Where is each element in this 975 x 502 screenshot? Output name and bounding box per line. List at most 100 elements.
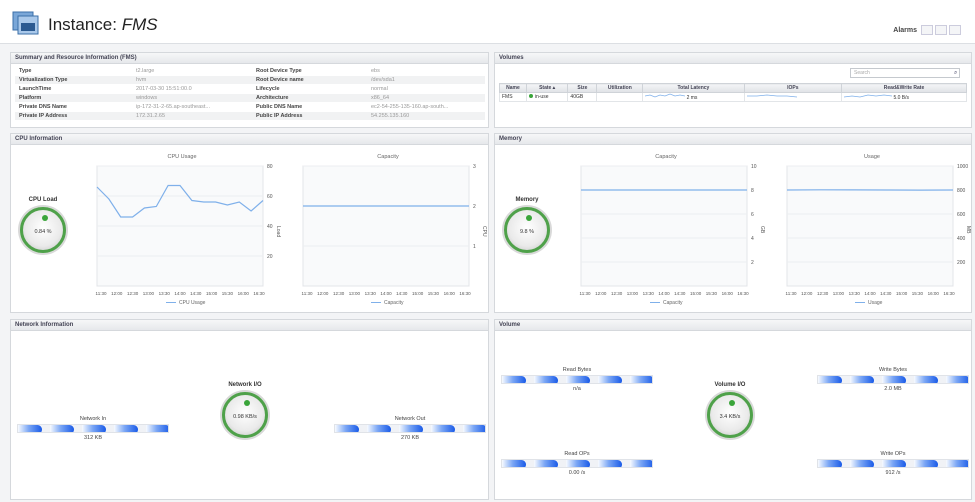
summary-value: ip-172-31-2-65.ap-southeast... xyxy=(136,104,210,110)
y-tick-label: 80 xyxy=(267,164,273,170)
read-bytes-bar xyxy=(501,375,653,384)
x-tick-label: 15:30 xyxy=(912,291,924,296)
network-in-bar xyxy=(17,424,169,433)
volumes-title: Volumes xyxy=(495,53,971,64)
alarms-label[interactable]: Alarms xyxy=(893,27,917,34)
summary-value: ec2-54-255-135-160.ap-south... xyxy=(371,104,449,110)
volume-utilization xyxy=(596,92,644,102)
summary-row xyxy=(15,76,485,84)
plot-area xyxy=(302,165,470,287)
x-tick-label: 13:00 xyxy=(143,291,155,296)
x-tick-label: 11:30 xyxy=(96,291,107,296)
x-tick-label: 13:30 xyxy=(643,291,655,296)
network-panel: Network Information Network I/O 0.98 KB/… xyxy=(10,319,489,500)
alarm-warning-button[interactable] xyxy=(935,25,947,35)
column-header[interactable]: Total Latency xyxy=(642,83,745,93)
summary-value: /dev/sda1 xyxy=(371,77,395,83)
cpu-usage-chart: 20406080Load11:30 12:00 12:30 13:00 13:30 14:… xyxy=(96,164,281,296)
summary-value: ebs xyxy=(371,68,380,74)
summary-key: Architecture xyxy=(256,95,289,101)
gauge-label: Volume I/O xyxy=(714,382,746,388)
network-title: Network Information xyxy=(11,320,488,331)
state-dot-icon xyxy=(528,94,533,98)
summary-key: Root Device name xyxy=(256,77,304,83)
instance-icon xyxy=(12,10,40,36)
volume-io-gauge: Volume I/O 3.4 KB/s xyxy=(698,382,762,438)
header: Instance: FMS Alarms xyxy=(0,0,975,44)
x-tick-label: 16:00 xyxy=(238,291,250,296)
x-tick-label: 15:30 xyxy=(428,291,440,296)
column-header[interactable]: State ▴ xyxy=(525,83,569,93)
gauge-label: Network I/O xyxy=(228,382,262,388)
y-tick-label: 10 xyxy=(751,164,757,170)
column-header[interactable]: Utilization xyxy=(596,83,644,93)
memory-usage-title: Usage xyxy=(864,154,880,160)
summary-row xyxy=(15,67,485,75)
x-tick-label: 12:30 xyxy=(611,291,623,296)
network-io-gauge: Network I/O 0.98 KB/s xyxy=(213,382,277,438)
summary-value: t2.large xyxy=(136,68,155,74)
x-tick-label: 16:30 xyxy=(459,291,471,296)
read-bytes-value: n/a xyxy=(573,386,581,392)
network-out-label: Network Out xyxy=(394,416,426,422)
instance-name: FMS xyxy=(121,15,158,34)
network-in-value: 312 KB xyxy=(83,435,103,441)
x-tick-label: 16:30 xyxy=(253,291,265,296)
x-tick-label: 16:30 xyxy=(737,291,749,296)
volumes-panel: Volumes Search ⌕ Name State ▴ Size Utilizat… xyxy=(494,52,972,128)
x-tick-label: 14:30 xyxy=(880,291,892,296)
volume-state: in-use xyxy=(525,92,569,102)
search-icon[interactable]: ⌕ xyxy=(954,70,957,77)
y-tick-label: 40 xyxy=(267,224,273,230)
instance-window: Instance: FMS Alarms Summary and Resourc… xyxy=(0,0,975,502)
network-out-bar xyxy=(334,424,486,433)
alarm-info-button[interactable] xyxy=(949,25,961,35)
table-row[interactable]: FMS in-use 40GB 2 ms 5.0 B/s xyxy=(499,92,967,102)
y-tick-label: 400 xyxy=(957,236,966,242)
memory-gauge: Memory 9.8 % xyxy=(501,197,553,253)
x-tick-label: 15:00 xyxy=(896,291,908,296)
y-tick-label: 1 xyxy=(473,244,476,250)
gauge-value: 0.84 % xyxy=(34,229,52,235)
cpu-panel: CPU Information CPU Load 0.84 % CPU Usag… xyxy=(10,133,489,313)
read-ops-label: Read OPs xyxy=(564,451,590,457)
x-tick-label: 11:30 xyxy=(580,291,591,296)
page-title: Instance: FMS xyxy=(48,15,158,34)
x-tick-label: 14:30 xyxy=(674,291,686,296)
volumes-table: Name State ▴ Size Utilization Total Latency I… xyxy=(499,83,967,102)
summary-value: windows xyxy=(136,95,158,101)
y-tick-label: 2 xyxy=(473,204,476,210)
summary-value: 2017-03-30 15:51:00.0 xyxy=(136,86,192,92)
summary-panel: Summary and Resource Information (FMS) T… xyxy=(10,52,489,128)
y-axis-label: MB xyxy=(965,226,971,234)
plot-area xyxy=(786,165,954,287)
column-header[interactable]: Read&Write Rate xyxy=(841,83,967,93)
read-ops-bar xyxy=(501,459,653,468)
cpu-load-gauge: CPU Load 0.84 % xyxy=(17,197,69,253)
summary-key: Lifecycle xyxy=(256,86,280,92)
summary-value: 172.31.2.65 xyxy=(136,113,166,119)
memory-capacity-title: Capacity xyxy=(655,154,677,160)
x-tick-label: 15:00 xyxy=(690,291,702,296)
write-bytes-label: Write Bytes xyxy=(878,367,907,373)
x-tick-label: 16:00 xyxy=(444,291,456,296)
x-tick-label: 14:30 xyxy=(190,291,202,296)
x-tick-label: 12:00 xyxy=(317,291,329,296)
memory-usage-chart: 200 400 600 800 1000 MB 11:30 12:00 12:30 13:00 13… xyxy=(786,164,971,296)
x-tick-label: 12:00 xyxy=(111,291,123,296)
search-input[interactable]: Search xyxy=(850,68,960,78)
column-header[interactable]: Name xyxy=(499,83,527,93)
cpu-usage-title: CPU Usage xyxy=(167,154,197,160)
volume-iops xyxy=(743,92,843,102)
alarm-critical-button[interactable] xyxy=(921,25,933,35)
x-tick-label: 15:00 xyxy=(412,291,424,296)
memory-usage-legend: Usage xyxy=(855,300,882,306)
x-tick-label: 12:00 xyxy=(595,291,607,296)
column-header[interactable]: IOPs xyxy=(743,83,843,93)
summary-title: Summary and Resource Information (FMS) xyxy=(11,53,488,64)
write-ops-value: 912 /s xyxy=(885,470,901,476)
column-header[interactable]: Size xyxy=(567,83,598,93)
x-tick-label: 11:30 xyxy=(302,291,313,296)
gauge-value: 9.8 % xyxy=(519,229,535,235)
x-tick-label: 15:30 xyxy=(706,291,718,296)
